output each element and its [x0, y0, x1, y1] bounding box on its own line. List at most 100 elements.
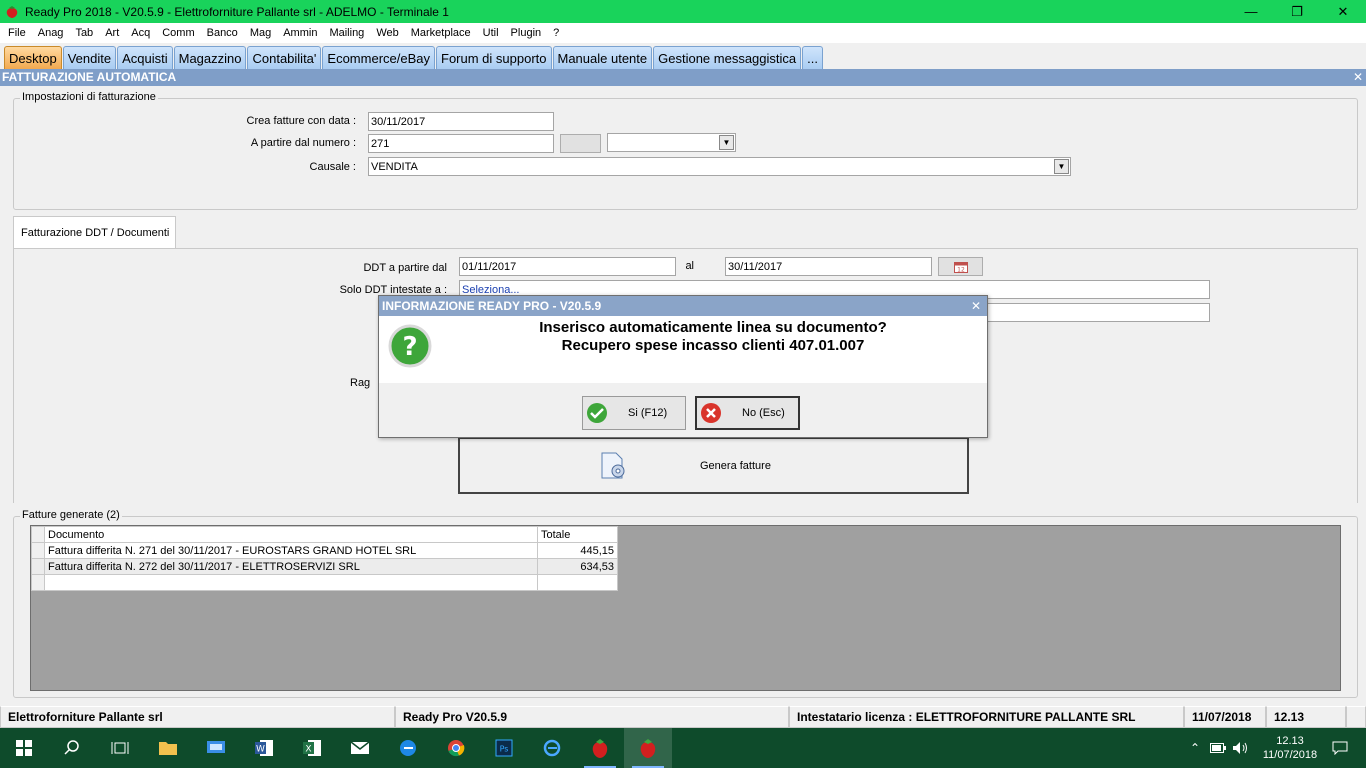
no-button[interactable]: No (Esc): [695, 396, 800, 430]
restore-button[interactable]: ❐: [1274, 0, 1320, 23]
chevron-down-icon[interactable]: ▼: [1054, 159, 1069, 174]
menu-mailing[interactable]: Mailing: [323, 27, 370, 39]
taskbar: W X Ps ⌃ 12.13 11/07/2018: [0, 728, 1366, 768]
menu-acq[interactable]: Acq: [125, 27, 156, 39]
tab-vendite[interactable]: Vendite: [62, 46, 117, 69]
start-number-input[interactable]: 271: [368, 134, 554, 153]
number-series-select[interactable]: ▼: [607, 133, 736, 152]
menu-ammin[interactable]: Ammin: [277, 27, 323, 39]
chevron-down-icon[interactable]: ▼: [719, 135, 734, 150]
ready-pro-button-2[interactable]: [624, 728, 672, 768]
tab-messaggistica[interactable]: Gestione messaggistica: [653, 46, 802, 69]
internet-explorer-button[interactable]: [528, 728, 576, 768]
ddt-to-input[interactable]: 30/11/2017: [725, 257, 932, 276]
row-total[interactable]: [537, 574, 618, 591]
menu-art[interactable]: Art: [99, 27, 125, 39]
column-totale[interactable]: Totale: [537, 526, 618, 543]
strawberry-icon: [592, 739, 608, 758]
task-view-button[interactable]: [96, 728, 144, 768]
excel-button[interactable]: X: [288, 728, 336, 768]
calendar-button[interactable]: 12: [938, 257, 983, 276]
number-series-button[interactable]: [560, 134, 601, 153]
ddt-from-input[interactable]: 01/11/2017: [459, 257, 676, 276]
row-indicator: [31, 526, 45, 543]
ready-pro-button-1[interactable]: [576, 728, 624, 768]
tab-manuale[interactable]: Manuale utente: [552, 46, 653, 69]
dialog-message-line2: Recupero spese incasso clienti 407.01.00…: [561, 337, 865, 354]
file-explorer-button[interactable]: [144, 728, 192, 768]
module-tab-bar: Desktop Vendite Acquisti Magazzino Conta…: [0, 43, 1366, 69]
tab-contabilita[interactable]: Contabilita': [247, 46, 322, 69]
windows-icon: [16, 740, 32, 756]
causale-select[interactable]: VENDITA ▼: [368, 157, 1071, 176]
menu-anag[interactable]: Anag: [32, 27, 70, 39]
svg-text:12: 12: [957, 266, 965, 273]
calendar-icon: 12: [953, 261, 968, 273]
taskbar-date: 11/07/2018: [1262, 749, 1318, 761]
tab-more[interactable]: ...: [802, 46, 823, 69]
status-grip: [1346, 706, 1366, 728]
x-cancel-icon: [701, 403, 721, 423]
tab-ecommerce[interactable]: Ecommerce/eBay: [322, 46, 435, 69]
menu-banco[interactable]: Banco: [201, 27, 244, 39]
mail-icon: [350, 741, 370, 754]
row-total[interactable]: 634,53: [537, 558, 618, 575]
tab-forum[interactable]: Forum di supporto: [436, 46, 552, 69]
system-tray: ⌃ 12.13 11/07/2018: [1190, 728, 1366, 768]
photoshop-button[interactable]: Ps: [480, 728, 528, 768]
column-documento[interactable]: Documento: [44, 526, 538, 543]
word-button[interactable]: W: [240, 728, 288, 768]
svg-text:?: ?: [402, 332, 417, 362]
tab-fatturazione-ddt[interactable]: Fatturazione DDT / Documenti: [13, 216, 176, 249]
chevron-up-icon[interactable]: ⌃: [1190, 741, 1200, 755]
menu-web[interactable]: Web: [370, 27, 404, 39]
edge-button[interactable]: [384, 728, 432, 768]
row-document[interactable]: Fattura differita N. 272 del 30/11/2017 …: [44, 558, 538, 575]
menu-file[interactable]: File: [2, 27, 32, 39]
close-button[interactable]: ✕: [1320, 0, 1366, 23]
invoice-date-input[interactable]: 30/11/2017: [368, 112, 554, 131]
confirm-dialog: INFORMAZIONE READY PRO - V20.5.9 ✕ ? Ins…: [378, 295, 988, 438]
minimize-button[interactable]: —: [1228, 0, 1274, 23]
menu-help[interactable]: ?: [547, 27, 565, 39]
mail-button[interactable]: [336, 728, 384, 768]
notification-icon[interactable]: [1332, 741, 1348, 755]
menu-marketplace[interactable]: Marketplace: [405, 27, 477, 39]
menu-mag[interactable]: Mag: [244, 27, 277, 39]
battery-icon[interactable]: [1210, 743, 1226, 753]
yes-button[interactable]: Si (F12): [582, 396, 686, 430]
table-row[interactable]: Fattura differita N. 271 del 30/11/2017 …: [31, 542, 618, 559]
section-close-icon[interactable]: ✕: [1353, 69, 1363, 86]
tab-magazzino[interactable]: Magazzino: [173, 46, 247, 69]
volume-icon[interactable]: [1232, 741, 1250, 755]
taskbar-clock[interactable]: 12.13 11/07/2018: [1254, 734, 1326, 762]
row-document[interactable]: Fattura differita N. 271 del 30/11/2017 …: [44, 542, 538, 559]
row-total[interactable]: 445,15: [537, 542, 618, 559]
control-panel-button[interactable]: [192, 728, 240, 768]
windows-start-button[interactable]: [0, 728, 48, 768]
table-row-empty[interactable]: [31, 574, 618, 591]
genera-fatture-button[interactable]: Genera fatture: [458, 437, 969, 494]
causale-value: VENDITA: [371, 161, 418, 173]
row-document[interactable]: [44, 574, 538, 591]
chrome-button[interactable]: [432, 728, 480, 768]
edge-icon: [400, 740, 416, 756]
menu-plugin[interactable]: Plugin: [505, 27, 548, 39]
tab-desktop[interactable]: Desktop: [4, 46, 62, 69]
menu-comm[interactable]: Comm: [156, 27, 200, 39]
status-date: 11/07/2018: [1184, 706, 1266, 728]
section-header: FATTURAZIONE AUTOMATICA ✕: [0, 69, 1366, 86]
dialog-message-line1: Inserisco automaticamente linea su docum…: [539, 319, 887, 336]
ddt-from-label: DDT a partire dal: [363, 262, 447, 274]
tab-acquisti[interactable]: Acquisti: [117, 46, 173, 69]
dialog-close-icon[interactable]: ✕: [971, 296, 981, 316]
table-row[interactable]: Fattura differita N. 272 del 30/11/2017 …: [31, 558, 618, 575]
invoices-grid: Documento Totale Fattura differita N. 27…: [30, 525, 1341, 691]
status-license: Intestatario licenza : ELETTROFORNITURE …: [789, 706, 1184, 728]
title-bar: Ready Pro 2018 - V20.5.9 - Elettrofornit…: [0, 0, 1366, 23]
no-button-label: No (Esc): [742, 407, 785, 419]
menu-tab[interactable]: Tab: [69, 27, 99, 39]
settings-legend: Impostazioni di fatturazione: [20, 91, 158, 103]
search-button[interactable]: [48, 728, 96, 768]
menu-util[interactable]: Util: [477, 27, 505, 39]
